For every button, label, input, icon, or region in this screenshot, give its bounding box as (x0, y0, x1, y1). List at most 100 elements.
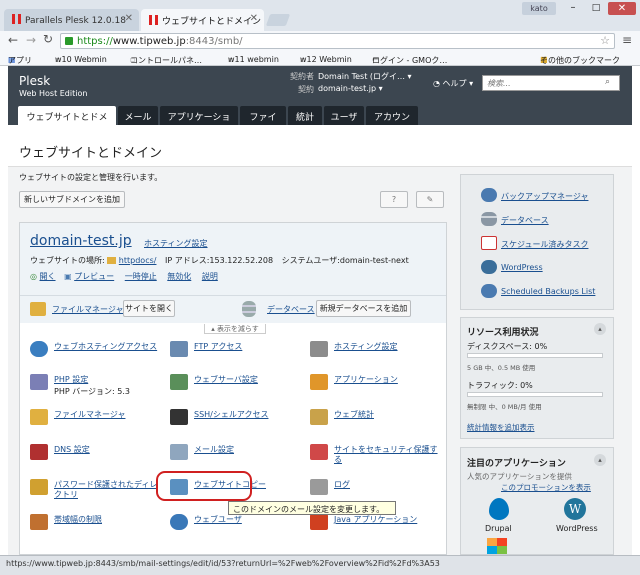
sidebar-databases[interactable]: データベース (501, 215, 549, 226)
browser-chrome: Parallels Plesk 12.0.18 ✕ ウェブサイトとドメイン ✕ … (0, 0, 640, 66)
database-icon (481, 212, 497, 226)
bookmark-star-icon[interactable]: ☆ (600, 34, 610, 48)
tool-link-11[interactable]: メール設定 (194, 445, 234, 455)
tool-link-18[interactable]: Java アプリケーション (334, 515, 417, 525)
system-user: システムユーザ:domain-test-next (281, 256, 409, 265)
address-bar[interactable]: https://www.tipweb.jp:8443/smb/ ☆ (60, 33, 615, 49)
tab-account[interactable]: アカウント (366, 106, 418, 136)
reload-icon[interactable]: ↻ (43, 32, 53, 46)
tab-statistics[interactable]: 統計 (288, 106, 322, 125)
sidebar-scheduled-tasks[interactable]: スケジュール済みタスク (501, 239, 588, 250)
hosting-settings-link[interactable]: ホスティング設定 (144, 238, 208, 249)
collapse-icon[interactable]: ▴ (594, 323, 606, 335)
featured-apps-title: 注目のアプリケーション (467, 459, 566, 469)
drupal-label[interactable]: Drupal (485, 524, 512, 533)
tool-link-5[interactable]: ウェブサーバ設定 (194, 375, 258, 385)
url-host: www.tipweb.jp (112, 36, 186, 47)
httpdocs-link[interactable]: httpdocs/ (119, 256, 157, 265)
tool-link-3[interactable]: ホスティング設定 (334, 342, 398, 352)
close-tab-icon[interactable]: ✕ (125, 13, 133, 24)
more-stats-link[interactable]: 統計情報を追加表示 (467, 422, 535, 433)
user-badge[interactable]: kato (522, 2, 556, 15)
minimize-button[interactable]: – (562, 2, 584, 15)
sidebar-scheduled-backups[interactable]: Scheduled Backups List (501, 287, 595, 296)
description-link[interactable]: 説明 (202, 272, 218, 281)
webserver-icon (170, 374, 188, 390)
log-icon (310, 479, 328, 495)
tab-files[interactable]: ファイル (240, 106, 286, 136)
plesk-logo[interactable]: Plesk (19, 74, 50, 88)
folder-icon (30, 409, 48, 425)
back-icon[interactable]: ← (8, 33, 18, 47)
help-button[interactable]: ? (380, 191, 408, 208)
tool-link-8[interactable]: SSH/シェルアクセス (194, 410, 268, 420)
highlight-oval (156, 471, 252, 501)
sidebar-wordpress[interactable]: WordPress (501, 263, 543, 272)
tool-link-6[interactable]: アプリケーション (334, 375, 398, 385)
wordpress-icon[interactable]: W (564, 498, 586, 520)
help-menu[interactable]: ◔ ヘルプ ▾ (433, 78, 473, 89)
lock-icon (65, 37, 73, 45)
tool-link-10[interactable]: DNS 設定 (54, 445, 90, 455)
domain-info: ウェブサイトの場所: httpdocs/ IP アドレス:153.122.52.… (30, 255, 409, 266)
suspend-link[interactable]: 一時停止 (125, 272, 157, 281)
disable-link[interactable]: 無効化 (167, 272, 191, 281)
tab-websites[interactable]: ウェブサイトとドメイン ✕ (141, 9, 264, 31)
tab-mail[interactable]: メール (118, 106, 158, 125)
tools-button[interactable]: ✎ (416, 191, 444, 208)
wordpress-label[interactable]: WordPress (556, 524, 598, 533)
subscription-menu[interactable]: domain-test.jp ▾ (318, 84, 383, 93)
tab-users[interactable]: ユーザ (324, 106, 364, 125)
tab-websites-domains[interactable]: ウェブサイトとドメイン (18, 106, 116, 136)
promotion-link[interactable]: このプロモーションを表示 (501, 482, 591, 493)
tab-applications[interactable]: アプリケーション (160, 106, 238, 136)
databases-link[interactable]: データベース (267, 304, 315, 315)
close-window-button[interactable]: ✕ (608, 2, 636, 15)
joomla-icon[interactable] (487, 538, 507, 554)
add-subdomain-button[interactable]: 新しいサブドメインを追加 (19, 191, 125, 208)
open-site-button[interactable]: サイトを開く (123, 300, 175, 317)
tool-link-4[interactable]: PHP 設定 (54, 375, 88, 385)
featured-apps-desc: 人気のアプリケーションを提供 (467, 472, 572, 481)
add-database-button[interactable]: 新規データベースを追加 (316, 300, 411, 317)
tool-link-9[interactable]: ウェブ統計 (334, 410, 374, 420)
forward-icon[interactable]: → (26, 33, 36, 47)
close-tab-icon[interactable]: ✕ (250, 13, 258, 24)
plesk-favicon-icon (149, 15, 158, 25)
scheduled-backup-icon (481, 284, 497, 298)
search-icon[interactable]: ⌕ (605, 77, 610, 87)
status-bar: https://www.tipweb.jp:8443/smb/mail-sett… (0, 555, 640, 575)
menu-icon[interactable]: ≡ (622, 33, 632, 47)
sidebar-backup-manager[interactable]: バックアップマネージャ (501, 191, 588, 202)
new-tab-button[interactable] (265, 14, 291, 26)
resources-title: リソース利用状況 (467, 328, 539, 338)
tool-link-15[interactable]: ログ (334, 480, 350, 490)
tool-link-1[interactable]: ウェブホスティングアクセス (54, 342, 157, 352)
preview-link[interactable]: プレビュー (74, 272, 114, 281)
tool-link-13[interactable]: パスワード保護されたディレクトリ (54, 480, 164, 500)
search-input[interactable] (482, 75, 620, 91)
file-manager-link[interactable]: ファイルマネージャ (52, 304, 123, 315)
dns-icon (30, 444, 48, 460)
globe-icon (30, 341, 48, 357)
browser-toolbar: ← → ↻ https://www.tipweb.jp:8443/smb/ ☆ … (0, 31, 640, 51)
subscriber-menu[interactable]: Domain Test (ログイ… ▾ (318, 71, 412, 82)
domain-name-link[interactable]: domain-test.jp (30, 233, 132, 249)
tool-link-17[interactable]: ウェブユーザ (194, 515, 242, 525)
calendar-icon (481, 236, 497, 250)
traffic-usage-bar (467, 392, 603, 397)
preview-icon: ▣ (64, 272, 72, 281)
locked-folder-icon (30, 479, 48, 495)
open-link[interactable]: 開く (40, 272, 56, 281)
show-less-toggle[interactable]: ▴ 表示を減らす (204, 324, 266, 334)
hosting-settings-icon (310, 341, 328, 357)
tool-link-16[interactable]: 帯域幅の制限 (54, 515, 102, 525)
url-scheme: https:// (77, 36, 113, 47)
tab-plesk[interactable]: Parallels Plesk 12.0.18 ✕ (4, 9, 139, 31)
tool-link-12[interactable]: サイトをセキュリティ保護する (334, 445, 444, 465)
collapse-icon[interactable]: ▴ (594, 454, 606, 466)
tool-link-2[interactable]: FTP アクセス (194, 342, 242, 352)
tool-link-7[interactable]: ファイルマネージャ (54, 410, 125, 420)
drupal-icon[interactable] (489, 498, 509, 520)
maximize-button[interactable]: □ (585, 2, 607, 15)
